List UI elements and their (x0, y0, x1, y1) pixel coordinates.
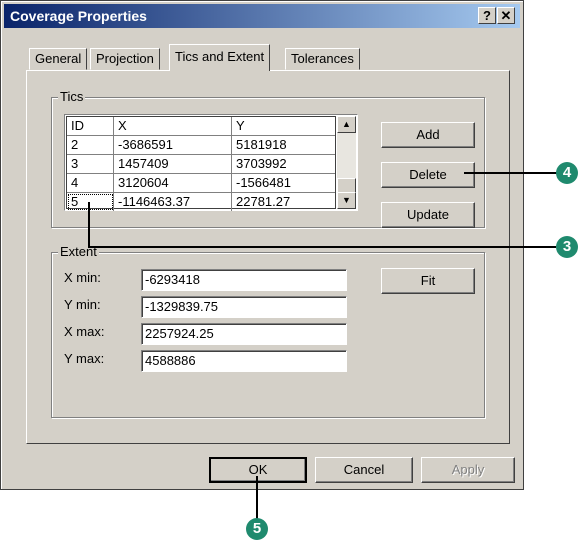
tics-table[interactable]: ID X Y 2 -3686591 5181918 3 1457409 3703… (64, 114, 358, 211)
ymin-label: Y min: (64, 297, 101, 312)
xmax-field[interactable]: 2257924.25 (141, 323, 347, 345)
ymin-field[interactable]: -1329839.75 (141, 296, 347, 318)
callout-4-line (464, 172, 557, 174)
delete-button[interactable]: Delete (381, 162, 475, 188)
table-row[interactable]: 3 1457409 3703992 (67, 155, 335, 174)
table-header-row: ID X Y (67, 117, 335, 136)
column-header-id[interactable]: ID (67, 117, 114, 135)
table-row[interactable]: 4 3120604 -1566481 (67, 174, 335, 193)
cancel-button[interactable]: Cancel (315, 457, 413, 483)
tic-id-cell[interactable]: 3 (67, 155, 114, 173)
tic-x-cell[interactable]: -1146463.37 (114, 193, 232, 211)
tab-projection[interactable]: Projection (90, 48, 160, 70)
tic-y-cell[interactable]: -1566481 (232, 174, 335, 192)
scroll-up-icon[interactable]: ▲ (337, 116, 356, 133)
callout-5-line (256, 476, 258, 520)
close-button[interactable]: ✕ (497, 7, 515, 24)
tic-x-cell[interactable]: 1457409 (114, 155, 232, 173)
coverage-properties-dialog: Coverage Properties ? ✕ General Projecti… (0, 0, 524, 490)
title-bar[interactable]: Coverage Properties ? ✕ (4, 4, 520, 28)
update-button[interactable]: Update (381, 202, 475, 228)
callout-5-badge: 5 (246, 518, 268, 540)
add-button[interactable]: Add (381, 122, 475, 148)
tic-y-cell[interactable]: 22781.27 (232, 193, 335, 211)
apply-button: Apply (421, 457, 515, 483)
tic-id-cell[interactable]: 2 (67, 136, 114, 154)
tic-y-cell[interactable]: 3703992 (232, 155, 335, 173)
callout-3-badge: 3 (556, 236, 578, 258)
tab-tolerances[interactable]: Tolerances (285, 48, 360, 70)
xmin-field[interactable]: -6293418 (141, 269, 347, 291)
tab-tics-and-extent[interactable]: Tics and Extent (169, 44, 271, 71)
vertical-scrollbar[interactable]: ▲ ▼ (337, 116, 356, 209)
scroll-down-icon[interactable]: ▼ (337, 192, 356, 209)
ymax-label: Y max: (64, 351, 105, 366)
xmax-label: X max: (64, 324, 105, 339)
column-header-y[interactable]: Y (232, 117, 335, 135)
window-title: Coverage Properties (10, 8, 147, 24)
table-row[interactable]: 5 -1146463.37 22781.27 (67, 193, 335, 212)
callout-4-badge: 4 (556, 162, 578, 184)
fit-button[interactable]: Fit (381, 268, 475, 294)
callout-3-line-vertical (88, 202, 90, 248)
xmin-label: X min: (64, 270, 101, 285)
tic-y-cell[interactable]: 5181918 (232, 136, 335, 154)
tics-group-label: Tics (58, 89, 86, 104)
tic-x-cell[interactable]: -3686591 (114, 136, 232, 154)
callout-3-line-horizontal (88, 246, 556, 248)
tic-id-cell[interactable]: 5 (67, 193, 114, 211)
column-header-x[interactable]: X (114, 117, 232, 135)
tab-general[interactable]: General (29, 48, 88, 70)
ok-button[interactable]: OK (209, 457, 307, 483)
table-row[interactable]: 2 -3686591 5181918 (67, 136, 335, 155)
tic-id-cell[interactable]: 4 (67, 174, 114, 192)
tic-x-cell[interactable]: 3120604 (114, 174, 232, 192)
ymax-field[interactable]: 4588886 (141, 350, 347, 372)
help-button[interactable]: ? (478, 7, 496, 24)
